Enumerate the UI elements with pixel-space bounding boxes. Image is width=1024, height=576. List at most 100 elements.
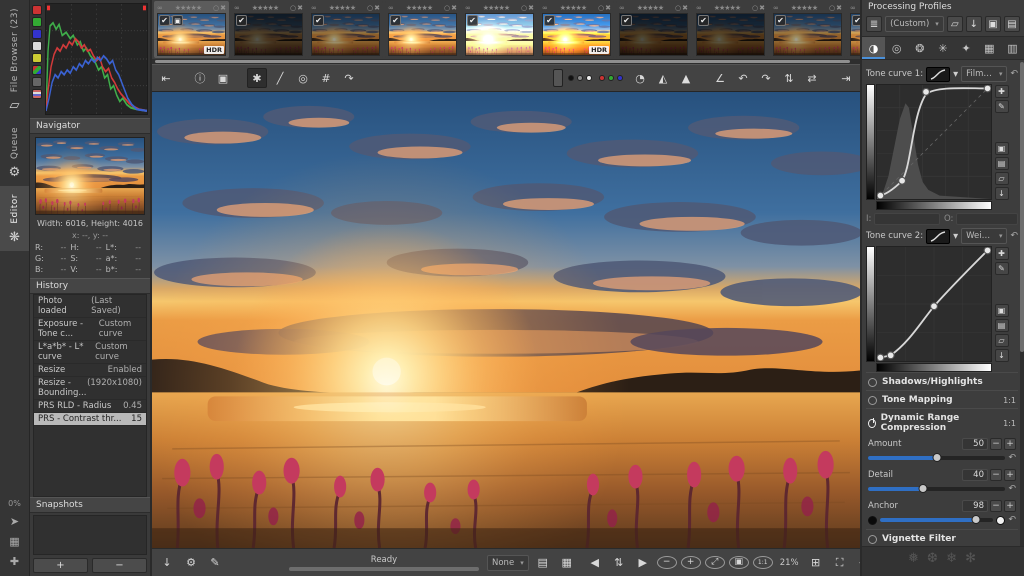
reset-icon[interactable] bbox=[1008, 453, 1016, 463]
section-dynamic-range-compression[interactable]: Dynamic Range Compression 1:1 bbox=[866, 408, 1018, 436]
delete-icon[interactable] bbox=[605, 4, 611, 12]
star-rating[interactable]: ★★★★★ bbox=[241, 4, 289, 12]
preview-green-channel[interactable] bbox=[608, 75, 614, 81]
save-curve-icon[interactable] bbox=[994, 349, 1009, 362]
link-icon[interactable] bbox=[773, 4, 779, 12]
link-icon[interactable] bbox=[234, 4, 240, 12]
histogram-green-toggle[interactable] bbox=[32, 17, 42, 27]
checkmark-icon[interactable] bbox=[467, 15, 478, 26]
color-label-icon[interactable] bbox=[521, 4, 527, 12]
background-color-selector[interactable] bbox=[553, 69, 563, 87]
color-label-icon[interactable] bbox=[213, 4, 219, 12]
histogram-mode-toggle[interactable] bbox=[32, 77, 42, 87]
hide-right-panel-button[interactable] bbox=[836, 68, 856, 88]
curve-type-button[interactable] bbox=[926, 228, 951, 244]
flip-horizontal-button[interactable] bbox=[802, 68, 822, 88]
section-shadows-highlights[interactable]: Shadows/Highlights bbox=[866, 372, 1018, 390]
delete-icon[interactable] bbox=[682, 4, 688, 12]
histogram-raw-toggle[interactable] bbox=[32, 65, 42, 75]
link-icon[interactable] bbox=[850, 4, 856, 12]
save-curve-icon[interactable] bbox=[994, 187, 1009, 200]
history-row[interactable]: Resize Enabled bbox=[34, 364, 146, 377]
link-icon[interactable] bbox=[465, 4, 471, 12]
flip-vertical-button[interactable] bbox=[779, 68, 799, 88]
filmstrip-thumbnail[interactable]: ★★★★★ bbox=[308, 1, 383, 58]
next-image-button[interactable] bbox=[633, 553, 653, 573]
output-value-field[interactable] bbox=[956, 213, 1018, 225]
tab-raw[interactable] bbox=[978, 37, 1001, 59]
filmstrip-thumbnail[interactable]: ★★★★★ bbox=[770, 1, 845, 58]
power-toggle-icon[interactable] bbox=[868, 395, 877, 405]
fast-export-icon[interactable] bbox=[10, 515, 19, 528]
hand-tool-button[interactable] bbox=[247, 68, 267, 88]
preview-white-dot[interactable] bbox=[586, 75, 592, 81]
delete-icon[interactable] bbox=[836, 4, 842, 12]
info-button[interactable] bbox=[190, 68, 210, 88]
tab-color[interactable] bbox=[908, 37, 931, 59]
edit-point-icon[interactable] bbox=[994, 247, 1009, 260]
tab-transform[interactable] bbox=[955, 37, 978, 59]
tab-detail[interactable] bbox=[885, 37, 908, 59]
rotate-left-button[interactable] bbox=[733, 68, 753, 88]
save-profile-button[interactable] bbox=[965, 16, 982, 32]
color-label-icon[interactable] bbox=[290, 4, 296, 12]
link-icon[interactable] bbox=[388, 4, 394, 12]
link-icon[interactable] bbox=[696, 4, 702, 12]
link-icon[interactable] bbox=[157, 4, 163, 12]
decrement-button[interactable]: − bbox=[990, 438, 1002, 450]
load-curve-icon[interactable] bbox=[994, 172, 1009, 185]
tab-queue[interactable]: Queue ⚙ bbox=[0, 119, 29, 186]
gamut-check-button[interactable] bbox=[557, 553, 577, 573]
rotate-right-button[interactable] bbox=[756, 68, 776, 88]
zoom-fit-button[interactable] bbox=[704, 556, 725, 569]
amount-value[interactable]: 50 bbox=[962, 438, 988, 450]
edit-curve-icon[interactable] bbox=[994, 100, 1009, 113]
load-curve-icon[interactable] bbox=[994, 334, 1009, 347]
color-label-icon[interactable] bbox=[752, 4, 758, 12]
amount-slider-track[interactable] bbox=[868, 453, 1006, 462]
paste-profile-button[interactable] bbox=[1003, 16, 1021, 32]
checkmark-icon[interactable] bbox=[236, 15, 247, 26]
paste-curve-icon[interactable] bbox=[994, 157, 1009, 170]
crop-guide-button[interactable] bbox=[710, 68, 730, 88]
anchor-slider-track[interactable] bbox=[880, 515, 994, 524]
checkmark-icon[interactable] bbox=[544, 15, 555, 26]
previous-image-button[interactable] bbox=[585, 553, 605, 573]
filmstrip-thumbnail[interactable]: ★★★★★ bbox=[231, 1, 306, 58]
star-rating[interactable]: ★★★★★ bbox=[626, 4, 674, 12]
tab-metadata[interactable] bbox=[1001, 37, 1024, 59]
history-row[interactable]: L*a*b* - L* curve Custom curve bbox=[34, 341, 146, 364]
link-icon[interactable] bbox=[619, 4, 625, 12]
filmstrip-thumbnail[interactable]: ★★★★★ HDR bbox=[539, 1, 614, 58]
history-row[interactable]: Exposure - Tone c... Custom curve bbox=[34, 318, 146, 341]
checkmark-icon[interactable] bbox=[775, 15, 786, 26]
star-rating[interactable]: ★★★★★ bbox=[395, 4, 443, 12]
decrement-button[interactable]: − bbox=[990, 500, 1002, 512]
load-profile-button[interactable] bbox=[946, 16, 963, 32]
tone-curve-2-mode-select[interactable]: Weighte...andard▾ bbox=[961, 228, 1008, 244]
histogram-chromaticity-toggle[interactable] bbox=[32, 53, 42, 63]
delete-icon[interactable] bbox=[220, 4, 226, 12]
detail-slider-track[interactable] bbox=[868, 484, 1006, 493]
delete-icon[interactable] bbox=[528, 4, 534, 12]
curve-type-button[interactable] bbox=[926, 66, 951, 82]
star-rating[interactable]: ★★★★★ bbox=[703, 4, 751, 12]
copy-profile-button[interactable] bbox=[984, 16, 1001, 32]
star-rating[interactable]: ★★★★★ bbox=[549, 4, 597, 12]
reset-icon[interactable] bbox=[1010, 231, 1018, 241]
filmstrip-thumbnail[interactable]: ★★★★★ bbox=[693, 1, 768, 58]
preferences-icon[interactable] bbox=[10, 555, 19, 568]
increment-button[interactable]: + bbox=[1004, 500, 1016, 512]
color-label-icon[interactable] bbox=[444, 4, 450, 12]
link-icon[interactable] bbox=[311, 4, 317, 12]
histogram-blue-toggle[interactable] bbox=[32, 29, 42, 39]
history-row[interactable]: Photo loaded (Last Saved) bbox=[34, 295, 146, 318]
checkmark-icon[interactable] bbox=[159, 15, 170, 26]
star-rating[interactable]: ★★★★★ bbox=[164, 4, 212, 12]
navigator-header[interactable]: Navigator bbox=[30, 118, 150, 134]
navigator-thumbnail[interactable] bbox=[35, 137, 145, 215]
external-editor-button[interactable] bbox=[205, 553, 225, 573]
filmstrip-thumbnail[interactable]: ★★★★★ HDR bbox=[154, 1, 229, 58]
history-row[interactable]: Resize - Bounding... (1920x1080) bbox=[34, 377, 146, 400]
tab-editor[interactable]: Editor ❋ bbox=[0, 186, 29, 251]
